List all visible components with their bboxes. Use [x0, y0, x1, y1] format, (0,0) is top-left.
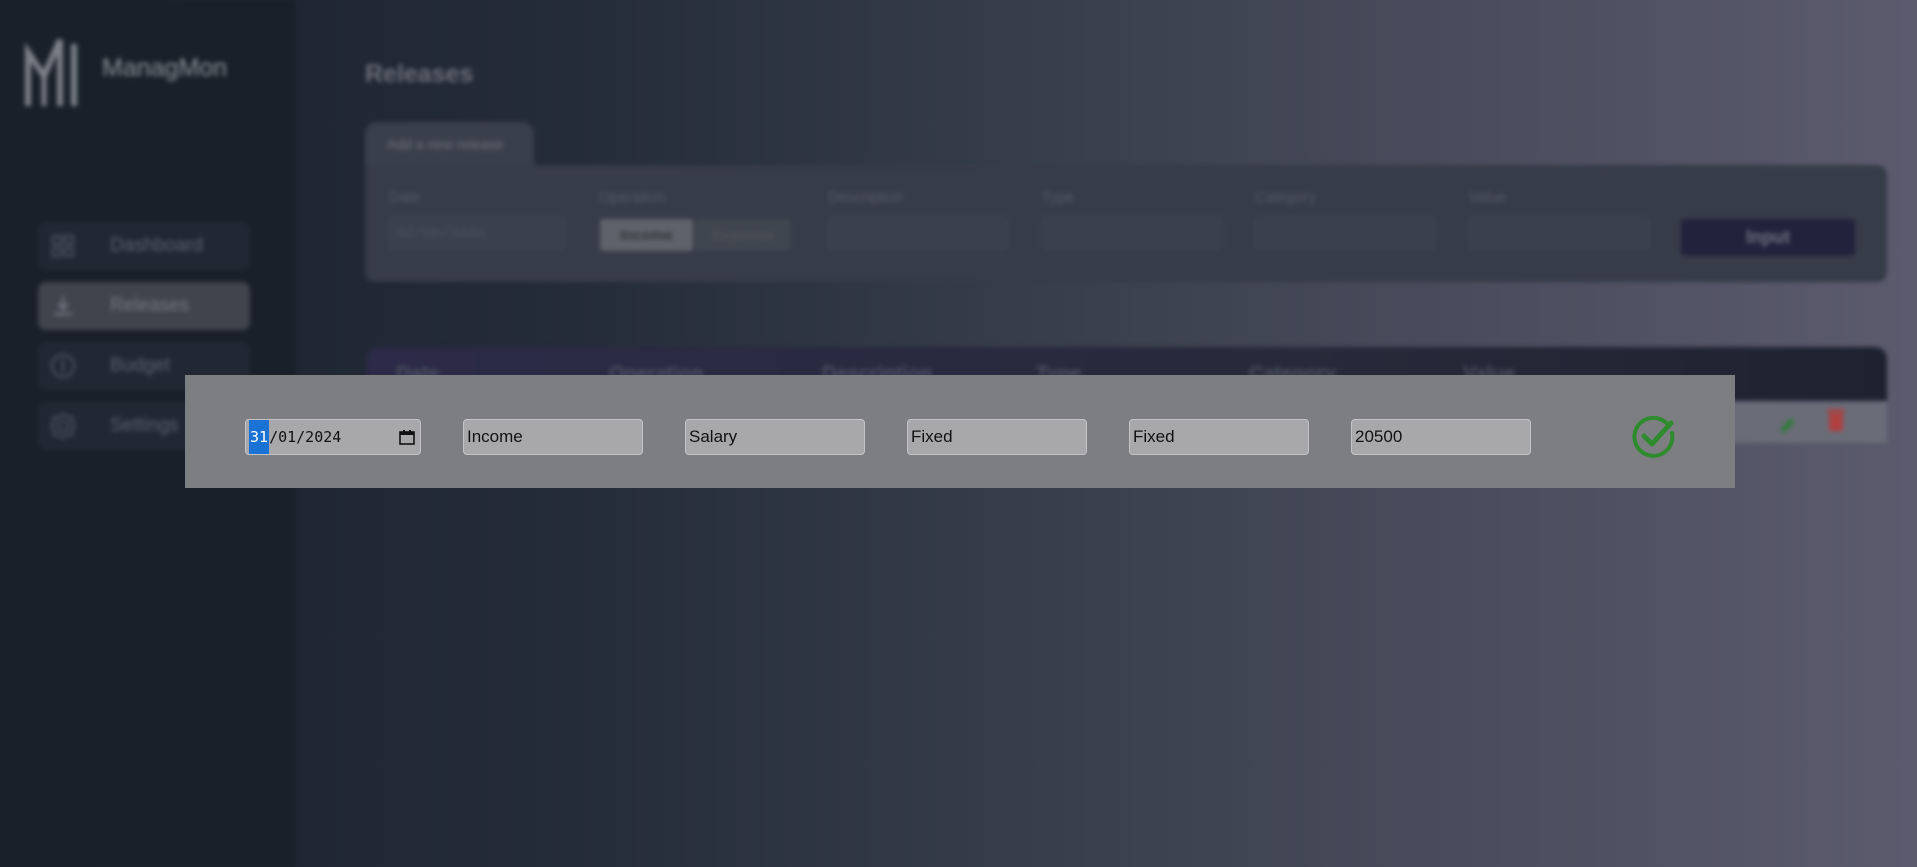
sidebar-item-label: Dashboard [110, 235, 203, 256]
edit-value-field[interactable]: 20500 [1351, 419, 1531, 455]
app-name: ManagMon [102, 53, 228, 82]
edit-release-modal: 31/01/2024 Income Salary Fixed Fixed 205… [185, 375, 1735, 488]
new-release-form: Date dd/mm/aaaa Operation Income Expense… [365, 165, 1887, 282]
tab-add-release[interactable]: Add a new release [365, 122, 534, 166]
income-toggle[interactable]: Income [600, 219, 693, 251]
value-field[interactable] [1469, 217, 1649, 249]
delete-icon[interactable] [1825, 407, 1847, 433]
date-label: Date [389, 189, 421, 206]
operation-label: Operation [599, 189, 665, 206]
dollar-icon [50, 353, 76, 379]
logo: ManagMon [24, 36, 227, 110]
category-label: Category [1255, 189, 1316, 206]
sidebar-item-label: Settings [110, 415, 179, 436]
expense-toggle[interactable]: Expense [695, 219, 791, 251]
edit-category-field[interactable]: Fixed [1129, 419, 1309, 455]
edit-type-field[interactable]: Fixed [907, 419, 1087, 455]
gear-icon [50, 413, 76, 439]
edit-operation-field[interactable]: Income [463, 419, 643, 455]
description-field[interactable] [828, 217, 1008, 249]
category-field[interactable] [1255, 217, 1435, 249]
date-field[interactable]: dd/mm/aaaa [389, 217, 565, 249]
date-placeholder: dd/mm/aaaa [396, 224, 487, 242]
calendar-icon[interactable] [399, 429, 415, 445]
date-day-segment[interactable]: 31 [249, 420, 270, 454]
edit-date-field[interactable]: 31/01/2024 [245, 419, 421, 455]
date-rest: /01/2024 [269, 428, 342, 446]
check-circle-icon[interactable] [1631, 413, 1677, 459]
input-button[interactable]: Input [1681, 219, 1855, 256]
dashboard-icon [50, 233, 76, 259]
type-label: Type [1042, 189, 1075, 206]
sidebar-item-dashboard[interactable]: Dashboard [38, 222, 250, 270]
edit-description-field[interactable]: Salary [685, 419, 865, 455]
sidebar-item-releases[interactable]: Releases [38, 282, 250, 330]
page-title: Releases [365, 60, 474, 88]
sidebar-item-label: Budget [110, 355, 171, 376]
description-label: Description [828, 189, 904, 206]
value-label: Value [1469, 189, 1507, 206]
logo-mark-icon [25, 38, 77, 106]
download-icon [50, 293, 76, 319]
sidebar-item-label: Releases [110, 295, 190, 316]
type-field[interactable] [1042, 217, 1222, 249]
edit-icon[interactable] [1778, 411, 1802, 435]
